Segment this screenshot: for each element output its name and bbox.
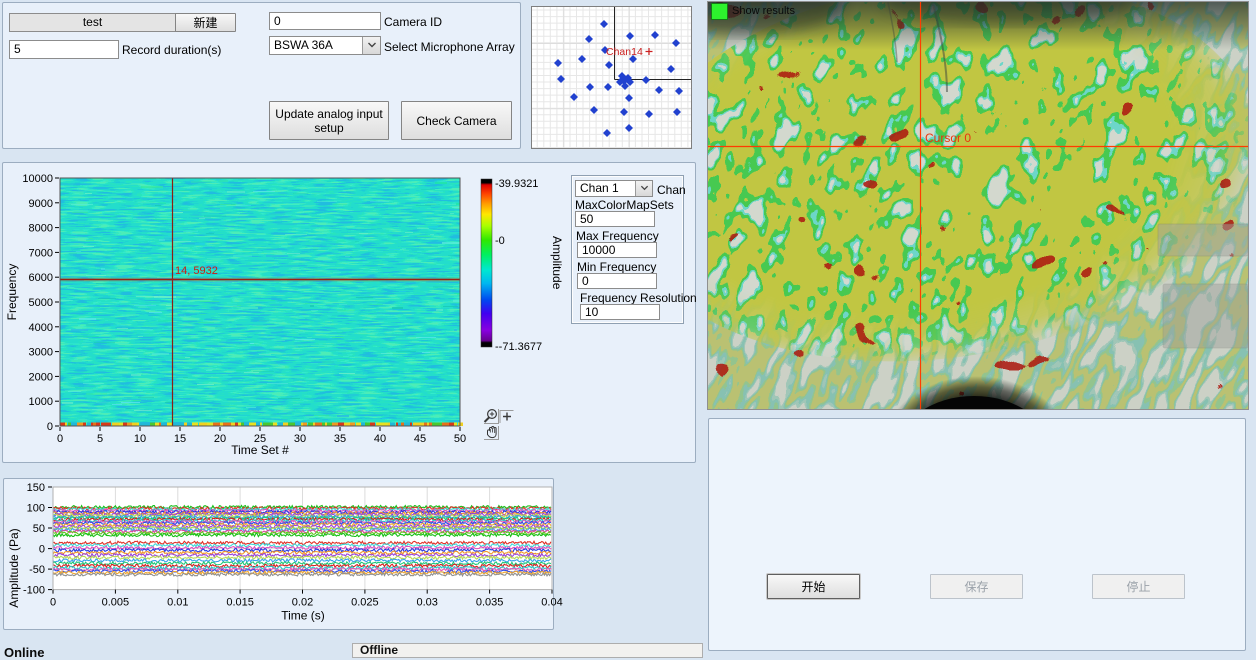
svg-text:45: 45 [414, 433, 426, 445]
svg-text:8000: 8000 [29, 223, 53, 235]
svg-text:50: 50 [454, 433, 466, 445]
svg-text:--71.3677: --71.3677 [495, 341, 542, 353]
svg-text:0: 0 [50, 597, 56, 609]
svg-text:3000: 3000 [29, 347, 53, 359]
svg-text:-0: -0 [495, 235, 505, 247]
svg-text:10: 10 [134, 433, 146, 445]
svg-text:0: 0 [57, 433, 63, 445]
svg-text:30: 30 [294, 433, 306, 445]
svg-text:6000: 6000 [29, 272, 53, 284]
svg-text:Frequency: Frequency [5, 264, 19, 321]
svg-text:0.035: 0.035 [476, 597, 504, 609]
svg-text:0.03: 0.03 [416, 597, 437, 609]
svg-text:0.025: 0.025 [351, 597, 379, 609]
svg-text:0.04: 0.04 [541, 597, 562, 609]
svg-text:Amplitude: Amplitude [550, 236, 564, 290]
svg-text:0.015: 0.015 [226, 597, 254, 609]
svg-text:100: 100 [27, 503, 45, 515]
svg-text:35: 35 [334, 433, 346, 445]
svg-text:20: 20 [214, 433, 226, 445]
svg-text:Amplitude (Pa): Amplitude (Pa) [7, 528, 21, 607]
svg-text:10000: 10000 [22, 173, 53, 185]
svg-text:14, 5932: 14, 5932 [175, 265, 218, 277]
svg-text:7000: 7000 [29, 247, 53, 259]
svg-text:15: 15 [174, 433, 186, 445]
svg-text:Chan14: Chan14 [606, 46, 643, 58]
svg-text:40: 40 [374, 433, 386, 445]
svg-text:1000: 1000 [29, 396, 53, 408]
svg-text:Cursor 0: Cursor 0 [925, 131, 971, 145]
svg-text:Time Set #: Time Set # [231, 443, 289, 457]
svg-text:-50: -50 [29, 564, 45, 576]
svg-text:150: 150 [27, 482, 45, 494]
svg-text:2000: 2000 [29, 371, 53, 383]
svg-text:4000: 4000 [29, 322, 53, 334]
svg-text:Time (s): Time (s) [281, 609, 325, 623]
svg-text:0: 0 [39, 544, 45, 556]
svg-text:0: 0 [47, 421, 53, 433]
svg-text:0.01: 0.01 [167, 597, 188, 609]
svg-text:-100: -100 [23, 585, 45, 597]
svg-text:9000: 9000 [29, 198, 53, 210]
svg-text:-39.9321: -39.9321 [495, 178, 538, 190]
svg-text:5000: 5000 [29, 297, 53, 309]
svg-text:50: 50 [33, 523, 45, 535]
svg-text:0.005: 0.005 [102, 597, 130, 609]
svg-text:0.02: 0.02 [292, 597, 313, 609]
svg-text:5: 5 [97, 433, 103, 445]
